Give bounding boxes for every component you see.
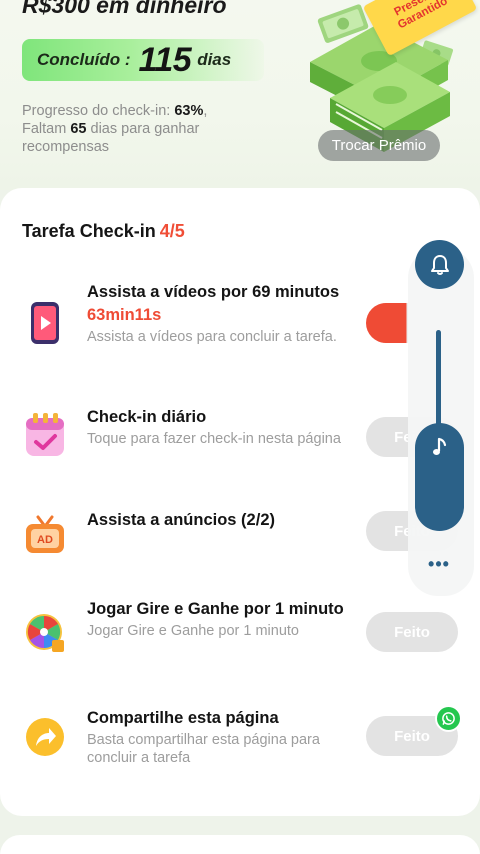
calendar-check-icon [22,412,68,458]
remaining-days: 65 [70,121,87,137]
floating-player-panel [408,248,474,596]
task-title: Jogar Gire e Ganhe por 1 minuto [87,600,344,618]
task-count: 4/5 [159,221,185,241]
next-section-card [0,835,480,854]
volume-slider-handle[interactable] [415,423,464,531]
prize-wheel-icon [22,610,68,656]
volume-slider-track[interactable] [436,330,441,430]
task-title: Compartilhe esta página [87,709,279,727]
bell-icon[interactable] [415,240,464,289]
share-arrow-icon [22,714,68,760]
video-phone-icon [22,300,68,346]
task-description: Toque para fazer check-in nesta página [87,431,341,447]
svg-text:AD: AD [37,534,53,546]
progress-percent: 63% [174,103,204,119]
more-icon[interactable]: ••• [424,554,454,574]
task-card-title: Tarefa Check-in 4/5 [22,221,185,241]
completed-days-count: 115 [138,40,192,79]
task-description: Assista a vídeos para concluir a tarefa. [87,329,337,345]
ad-tv-icon: AD [22,512,68,558]
music-note-icon [432,437,446,455]
completed-label: Concluído : [37,50,131,69]
task-timer: 63min11s [87,306,162,324]
reward-header: R$300 em dinheiro Concluído : 115 dias P… [0,0,480,190]
task-description: Basta compartilhar esta página para conc… [87,732,320,766]
task-done-button[interactable]: Feito [366,612,458,652]
reward-title: R$300 em dinheiro [22,0,227,18]
completed-days-unit: dias [197,50,232,69]
task-title: Assista a vídeos por 69 minutos [87,283,340,301]
task-description: Jogar Gire e Ganhe por 1 minuto [87,623,299,639]
change-prize-button[interactable]: Trocar Prêmio [318,130,440,161]
whatsapp-icon[interactable] [435,705,462,732]
task-title: Assista a anúncios (2/2) [87,511,275,529]
checkin-progress-text: Progresso do check-in: 63%, Faltam 65 di… [22,103,208,155]
completed-days-pill: Concluído : 115 dias [22,39,264,81]
task-title: Check-in diário [87,408,207,426]
